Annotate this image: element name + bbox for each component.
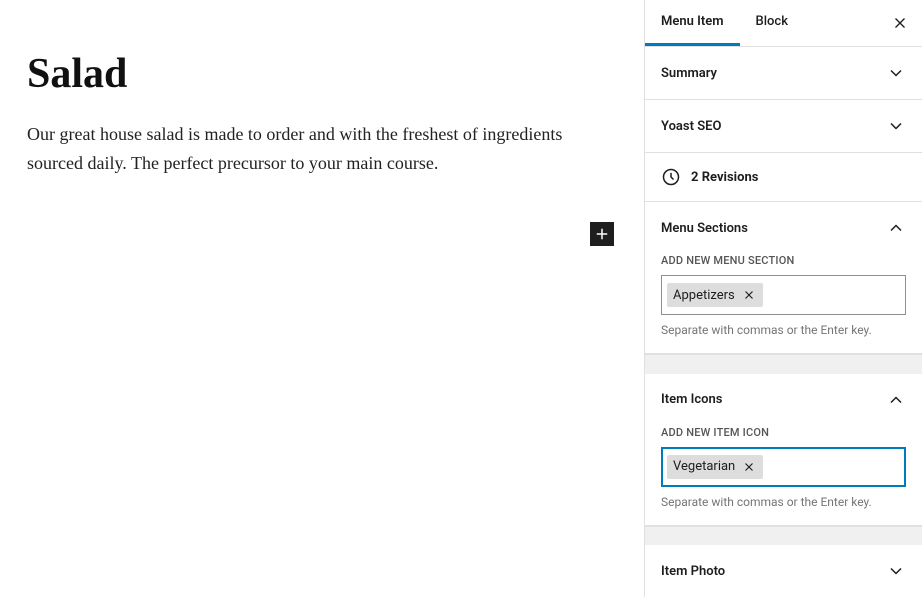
tag-chip-vegetarian: Vegetarian: [667, 455, 763, 479]
panel-yoast-title: Yoast SEO: [661, 119, 721, 134]
chevron-down-icon: [886, 561, 906, 581]
panel-menu-sections-body: ADD NEW MENU SECTION Appetizers Separate…: [645, 254, 922, 353]
item-icons-label: ADD NEW ITEM ICON: [661, 426, 906, 439]
panel-yoast-header[interactable]: Yoast SEO: [645, 100, 922, 152]
revisions-link[interactable]: 2 Revisions: [645, 153, 922, 202]
tag-chip-label: Appetizers: [673, 288, 735, 303]
tab-block[interactable]: Block: [740, 0, 804, 46]
panel-item-icons-body: ADD NEW ITEM ICON Vegetarian Separate wi…: [645, 426, 922, 525]
section-gap: [645, 526, 922, 546]
panel-item-photo: Item Photo: [645, 545, 922, 597]
panel-menu-sections-title: Menu Sections: [661, 221, 748, 236]
item-icons-input[interactable]: [767, 455, 900, 478]
history-icon: [661, 167, 681, 187]
panel-item-photo-header[interactable]: Item Photo: [645, 545, 922, 597]
panel-item-icons-title: Item Icons: [661, 392, 722, 407]
remove-tag-button[interactable]: [741, 287, 757, 303]
close-icon: [742, 288, 756, 302]
panel-item-icons-header[interactable]: Item Icons: [645, 374, 922, 426]
sidebar-tabs: Menu Item Block: [645, 0, 922, 47]
menu-sections-input[interactable]: [767, 284, 900, 307]
plus-icon: [593, 225, 611, 243]
revisions-count: 2: [691, 170, 698, 185]
panel-item-icons: Item Icons ADD NEW ITEM ICON Vegetarian …: [645, 374, 922, 526]
tag-chip-label: Vegetarian: [673, 459, 735, 474]
settings-sidebar: Menu Item Block Summary Yoast SEO: [644, 0, 922, 597]
chevron-up-icon: [886, 390, 906, 410]
chevron-down-icon: [886, 63, 906, 83]
chevron-down-icon: [886, 116, 906, 136]
revisions-label: Revisions: [702, 170, 759, 185]
add-block-button[interactable]: [590, 222, 614, 246]
panel-item-photo-title: Item Photo: [661, 564, 725, 579]
panel-summary-title: Summary: [661, 66, 717, 81]
post-body[interactable]: Our great house salad is made to order a…: [27, 120, 617, 178]
panel-menu-sections: Menu Sections ADD NEW MENU SECTION Appet…: [645, 202, 922, 354]
menu-sections-label: ADD NEW MENU SECTION: [661, 254, 906, 267]
item-icons-input-wrap[interactable]: Vegetarian: [661, 447, 906, 487]
close-icon: [891, 14, 909, 32]
tag-chip-appetizers: Appetizers: [667, 283, 763, 307]
panel-menu-sections-header[interactable]: Menu Sections: [645, 202, 922, 254]
close-icon: [742, 460, 756, 474]
menu-sections-input-wrap[interactable]: Appetizers: [661, 275, 906, 315]
panel-summary-header[interactable]: Summary: [645, 47, 922, 99]
panel-summary: Summary: [645, 47, 922, 100]
revisions-text: 2 Revisions: [691, 170, 758, 185]
editor-main: Salad Our great house salad is made to o…: [0, 0, 644, 597]
menu-sections-helper: Separate with commas or the Enter key.: [661, 323, 906, 337]
section-gap: [645, 354, 922, 374]
item-icons-helper: Separate with commas or the Enter key.: [661, 495, 906, 509]
chevron-up-icon: [886, 218, 906, 238]
close-sidebar-button[interactable]: [888, 11, 912, 35]
panel-yoast: Yoast SEO: [645, 100, 922, 153]
post-title[interactable]: Salad: [27, 50, 617, 98]
remove-tag-button[interactable]: [741, 459, 757, 475]
tab-menu-item[interactable]: Menu Item: [645, 0, 740, 46]
